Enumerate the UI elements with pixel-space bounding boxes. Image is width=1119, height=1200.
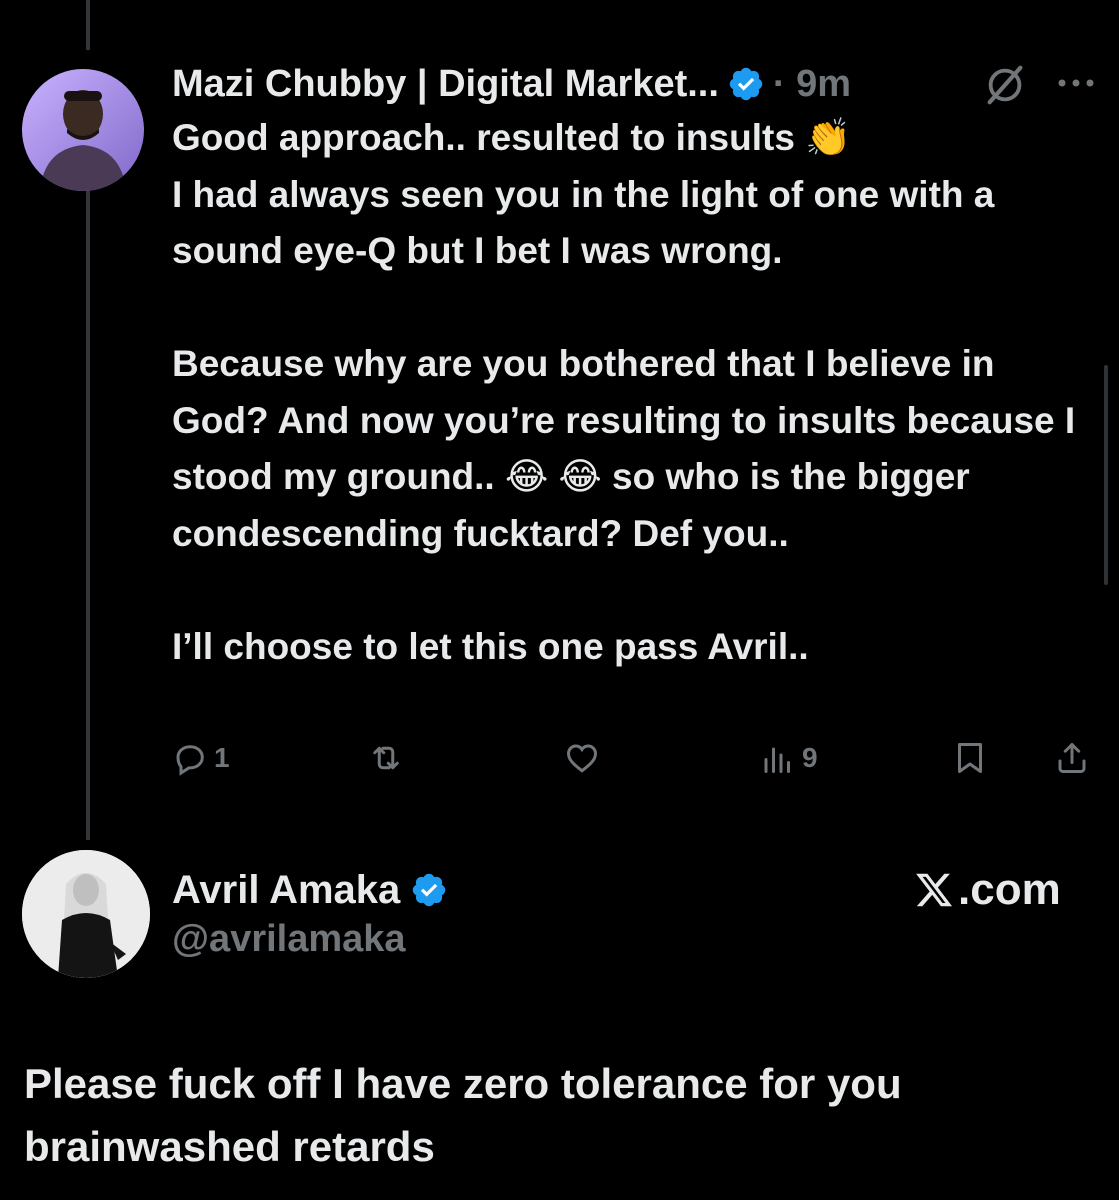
- thread-line: [86, 160, 90, 840]
- more-icon[interactable]: [1054, 68, 1098, 98]
- tweet-text: Good approach.. resulted to insults 👏 I …: [172, 117, 1076, 667]
- bookmark-icon: [958, 743, 982, 773]
- reply-icon: [176, 745, 204, 776]
- verified-badge-icon: [729, 67, 763, 101]
- views-button[interactable]: 9: [760, 740, 818, 776]
- reply-author: Avril Amaka: [172, 862, 448, 918]
- author-name[interactable]: Mazi Chubby | Digital Market...: [172, 63, 719, 106]
- share-icon: [1058, 743, 1086, 773]
- avatar[interactable]: [22, 850, 150, 978]
- reply-count: 1: [214, 742, 230, 773]
- bookmark-button[interactable]: [952, 740, 988, 776]
- like-button[interactable]: [564, 740, 606, 776]
- tweet-actions: 1 9: [172, 740, 1097, 792]
- retweet-icon: [373, 746, 399, 770]
- reply-button[interactable]: 1: [172, 740, 230, 776]
- views-icon: [764, 747, 790, 773]
- views-count: 9: [802, 742, 818, 773]
- thread-line-top: [86, 0, 90, 50]
- verified-badge-icon: [413, 873, 446, 907]
- source-link[interactable]: .com: [912, 862, 1061, 918]
- tweet-header: Mazi Chubby | Digital Market... · 9m: [172, 56, 851, 112]
- share-button[interactable]: [1054, 740, 1090, 776]
- source-label: .com: [958, 865, 1061, 914]
- author-name[interactable]: Avril Amaka: [172, 868, 400, 913]
- author-handle[interactable]: @avrilamaka: [172, 918, 406, 961]
- x-logo-icon: [916, 873, 953, 907]
- avatar[interactable]: [22, 69, 144, 191]
- reply-text: Please fuck off I have zero tolerance fo…: [24, 1060, 902, 1170]
- grok-icon[interactable]: [982, 62, 1028, 108]
- scroll-indicator[interactable]: [1104, 365, 1108, 585]
- like-icon: [566, 744, 598, 773]
- tweet-time[interactable]: · 9m: [773, 63, 851, 106]
- retweet-button[interactable]: [368, 740, 410, 776]
